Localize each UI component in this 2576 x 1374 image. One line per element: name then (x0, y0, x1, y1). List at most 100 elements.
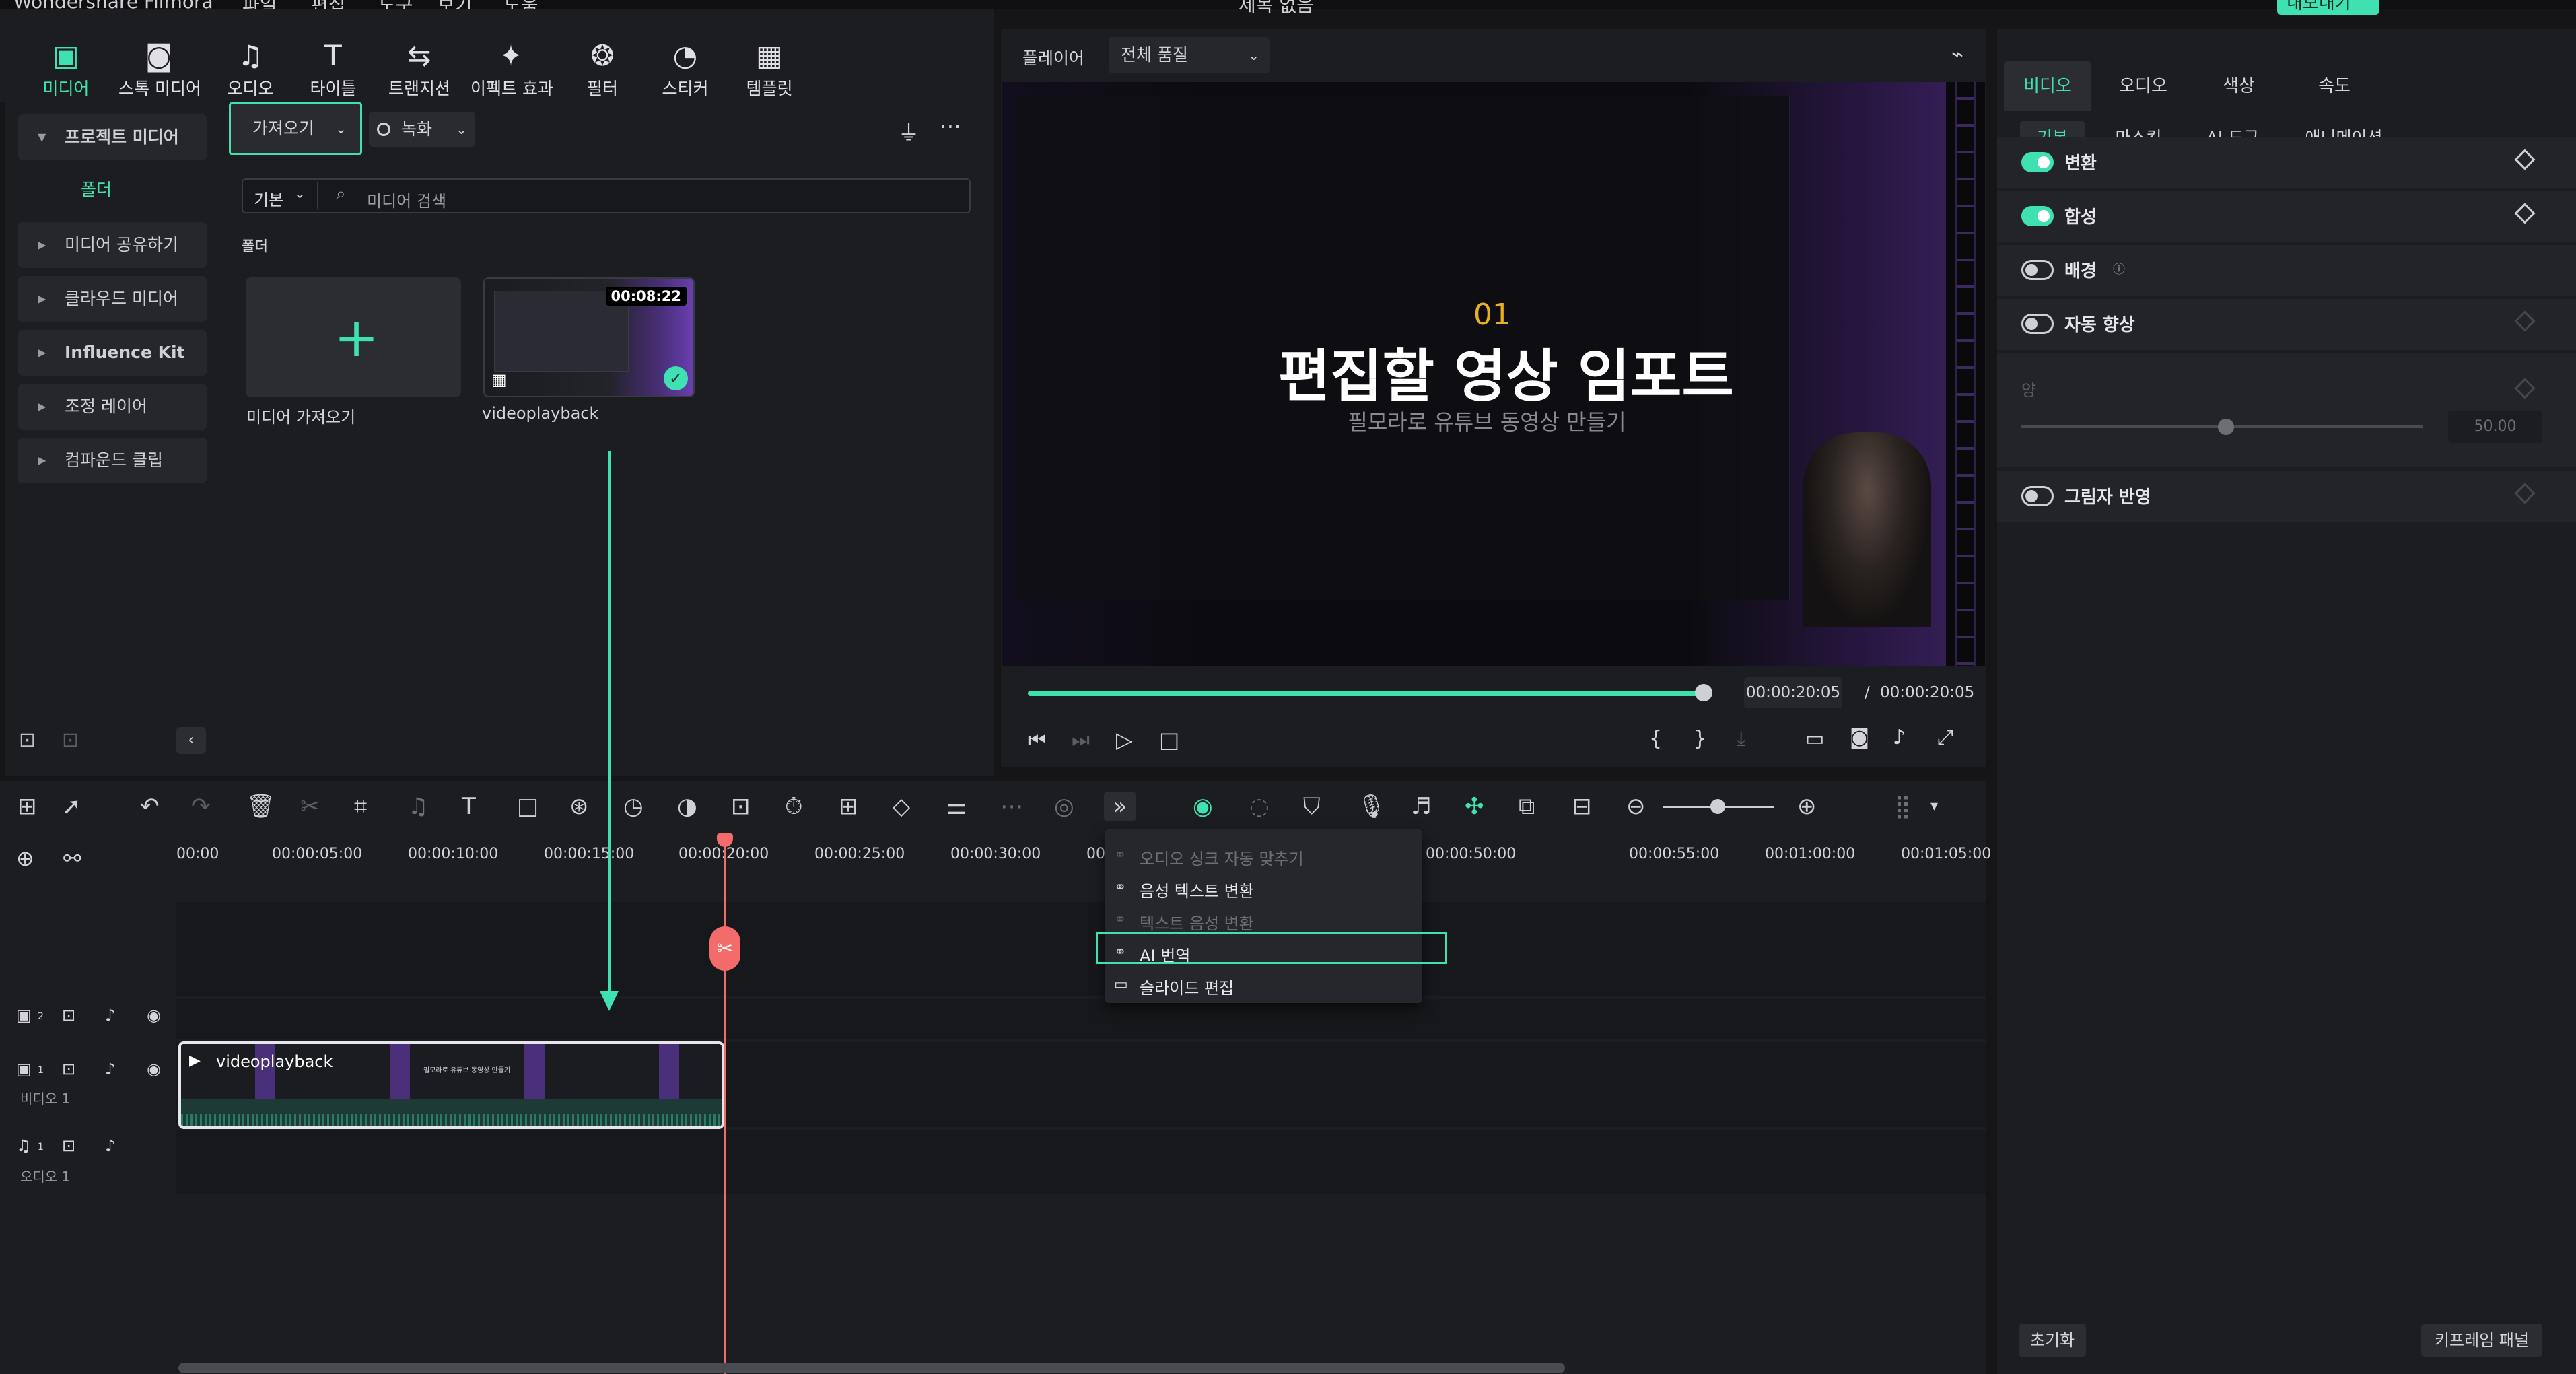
toolbar-transition[interactable]: ⇆ 트랜지션 (379, 40, 460, 100)
auto-enhance-toggle[interactable] (2021, 314, 2054, 334)
color-icon[interactable]: ◑ (677, 794, 697, 819)
scopes-icon[interactable]: ⌁ (1951, 42, 1963, 66)
toolbar-title[interactable]: T 타이틀 (293, 40, 374, 100)
prop-auto-enhance[interactable]: 자동 향상 (1997, 299, 2576, 350)
toolbar-filter[interactable]: ❂ 필터 (562, 40, 643, 100)
zoom-out-icon[interactable]: ⊖ (1626, 794, 1646, 819)
toolbar-stock-media[interactable]: ◙ 스톡 미디어 (118, 40, 201, 100)
shield-icon[interactable]: ⛉ (1303, 794, 1321, 819)
sidebar-item-adjustment[interactable]: ▶ 조정 레이어 (18, 384, 207, 430)
ai-cutout-icon[interactable]: ⊛ (569, 794, 589, 819)
pip-icon[interactable]: ⧉ (1519, 794, 1535, 819)
zoom-handle[interactable] (1710, 799, 1725, 814)
adjust-icon[interactable]: ⚌ (946, 794, 967, 819)
zoom-in-icon[interactable]: ⊕ (1797, 794, 1817, 819)
prev-frame-icon[interactable]: ⏮ (1028, 728, 1046, 752)
prop-compositing[interactable]: 합성 (1997, 191, 2576, 242)
microphone-icon[interactable]: 🎙 (1357, 794, 1386, 819)
layout-icon[interactable]: ⊞ (18, 794, 37, 819)
lock-icon[interactable]: ⊡ (62, 1006, 75, 1025)
new-folder-icon[interactable]: ⊡ (19, 728, 36, 752)
import-media-card[interactable]: + (246, 277, 461, 397)
play-icon[interactable]: ▷ (1116, 727, 1133, 753)
sidebar-folder[interactable]: 폴더 (81, 176, 112, 201)
fullscreen-icon[interactable]: ⤢ (1937, 726, 1953, 749)
ai-icon[interactable]: ◉ (1193, 794, 1213, 819)
eye-icon[interactable]: ◉ (147, 1060, 161, 1078)
add-track-icon[interactable]: ⊕ (16, 846, 34, 871)
step-icon[interactable]: ⏭ (1072, 728, 1090, 752)
keyframe-panel-button[interactable]: 키프레임 패널 (2421, 1324, 2542, 1357)
prop-shadow[interactable]: 그림자 반영 (1997, 471, 2576, 522)
stabilize-icon[interactable]: ⊡ (731, 794, 751, 819)
sidebar-item-share[interactable]: ▶ 미디어 공유하기 (18, 222, 207, 268)
transform-icon[interactable]: ⊞ (839, 794, 858, 819)
toolbar-effects[interactable]: ✦ 이펙트 효과 (471, 40, 553, 100)
timer-icon[interactable]: ⏱ (785, 794, 803, 819)
sidebar-project-media[interactable]: ▼ 프로젝트 미디어 (18, 114, 207, 160)
sidebar-item-compound[interactable]: ▶ 컴파운드 클립 (18, 438, 207, 483)
music-list-icon[interactable]: ♬ (1411, 794, 1431, 819)
keyframe-diamond-icon[interactable] (2514, 310, 2536, 332)
keyframe-diamond-icon[interactable] (2514, 378, 2536, 399)
export-button[interactable]: 내보내기 (2277, 0, 2379, 15)
menu-item-text-to-speech[interactable]: 텍스트 음성 변환 (1140, 910, 1254, 934)
tab-audio[interactable]: 오디오 (2099, 61, 2187, 111)
delete-icon[interactable]: 🗑 (246, 794, 275, 819)
stop-icon[interactable]: □ (1159, 727, 1179, 753)
quality-dropdown[interactable]: 전체 품질 ⌄ (1109, 37, 1270, 73)
link-icon[interactable]: ⚯ (63, 846, 81, 871)
search-input[interactable]: 미디어 검색 (367, 188, 446, 211)
lock-icon[interactable]: ⊡ (62, 1060, 75, 1078)
filter-sort-icon[interactable]: ⏚ (898, 116, 919, 147)
keyframe-diamond-icon[interactable] (2514, 483, 2536, 504)
menu-item-slide-edit[interactable]: 슬라이드 편집 (1140, 975, 1234, 998)
insert-icon[interactable]: ⤓ (1737, 727, 1745, 751)
compound-icon[interactable]: ◎ (1054, 794, 1074, 819)
progress-handle[interactable] (1695, 684, 1712, 701)
sidebar-item-cloud[interactable]: ▶ 클라우드 미디어 (18, 276, 207, 322)
sidebar-item-influence-kit[interactable]: ▶ Influence Kit (18, 330, 207, 376)
help-icon[interactable]: ⓘ (2113, 260, 2125, 277)
toolbar-template[interactable]: ▦ 템플릿 (729, 40, 810, 100)
crop-icon[interactable]: ⌗ (354, 794, 367, 819)
player-progress-bar[interactable] (1028, 691, 1705, 696)
reset-button[interactable]: 초기화 (2019, 1324, 2086, 1357)
speed-icon[interactable]: ◷ (623, 794, 643, 819)
keyframe-icon[interactable]: ◇ (893, 794, 910, 819)
redo-icon[interactable]: ↷ (191, 794, 211, 819)
render-icon[interactable]: ◌ (1249, 794, 1269, 819)
transform-toggle[interactable] (2021, 152, 2054, 172)
eye-icon[interactable]: ◉ (147, 1006, 161, 1025)
more-options-icon[interactable]: ⋯ (940, 113, 961, 139)
tab-video[interactable]: 비디오 (2004, 61, 2091, 111)
timeline-clip[interactable]: ▶ videoplayback 필모라로 유튜브 동영상 만들기 (178, 1041, 724, 1129)
background-toggle[interactable] (2021, 260, 2054, 280)
import-button[interactable]: 가져오기 ⌄ (229, 102, 362, 155)
record-button[interactable]: 녹화 ⌄ (369, 112, 475, 147)
mask-icon[interactable]: □ (517, 794, 538, 819)
toolbar-audio[interactable]: ♫ 오디오 (210, 40, 291, 100)
media-clip-thumbnail[interactable]: 00:08:22 ▦ ✓ (483, 277, 695, 397)
audio-edit-icon[interactable]: ♫ (408, 794, 428, 819)
group-icon[interactable]: ⋯ (1000, 794, 1023, 819)
keyframe-diamond-icon[interactable] (2514, 203, 2536, 224)
display-icon[interactable]: ▭ (1805, 727, 1824, 751)
volume-icon[interactable]: ♪ (1893, 726, 1906, 749)
lock-icon[interactable]: ⊡ (62, 1136, 75, 1155)
more-tools-icon[interactable]: » (1104, 792, 1136, 821)
collapse-sidebar-icon[interactable]: ‹ (176, 727, 206, 754)
undo-icon[interactable]: ↶ (140, 794, 160, 819)
mark-in-icon[interactable]: { (1649, 727, 1662, 751)
grid-icon[interactable]: ⣿ (1894, 794, 1911, 819)
timeline-scrollbar[interactable] (178, 1363, 1565, 1373)
volume-icon[interactable]: ♪ (105, 1006, 115, 1025)
delete-folder-icon[interactable]: ⊡ (62, 728, 79, 752)
scissors-icon[interactable]: ✂ (709, 926, 740, 971)
text-icon[interactable]: T (462, 794, 476, 819)
snap-icon[interactable]: ✣ (1465, 794, 1484, 819)
amount-value[interactable]: 50.00 (2448, 411, 2542, 443)
tab-speed[interactable]: 속도 (2291, 61, 2378, 111)
snapshot-icon[interactable]: ◙ (1850, 726, 1869, 749)
toolbar-sticker[interactable]: ◔ 스티커 (645, 40, 726, 100)
